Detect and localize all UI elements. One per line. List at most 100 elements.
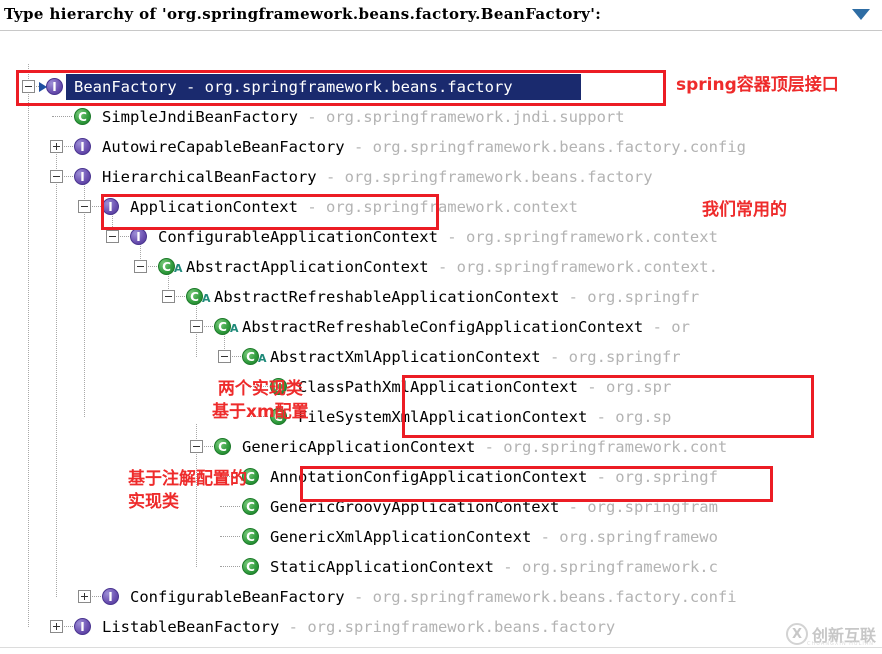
package-name: org.springframework.context [465,228,718,246]
interface-icon: I [102,198,119,215]
tree-connector-line [92,206,101,207]
collapse-toggle-icon[interactable] [218,350,231,363]
package-name: or [671,318,690,336]
tree-connector-line [64,176,73,177]
tree-connector-line [232,356,241,357]
tree-row[interactable]: I ConfigurableApplicationContext - org.sp… [0,222,882,252]
tree-row[interactable]: C A AbstractXmlApplicationContext - org.sp… [0,342,882,372]
interface-icon: I [102,588,119,605]
expand-toggle-icon[interactable] [78,590,91,603]
name-package-separator: - [176,78,205,96]
tree-connector-line [220,536,240,537]
name-package-separator: - [316,168,345,186]
tree-row[interactable]: C GenericApplicationContext - org.springf… [0,432,882,462]
tree-row[interactable]: I HierarchicalBeanFactory - org.springfra… [0,162,882,192]
collapse-toggle-icon[interactable] [106,230,119,243]
name-package-separator: - [587,408,616,426]
tree-connector-line [52,116,72,117]
package-name: org.springframework.beans.factory.config [372,138,746,156]
tree-row-label: GenericGroovyApplicationContext - org.sp… [270,492,718,522]
expand-toggle-icon[interactable] [50,140,63,153]
package-name: org.sp [615,408,672,426]
abstract-marker-icon: A [202,292,211,305]
class-icon: C [242,528,259,545]
tree-row-label: AbstractRefreshableApplicationContext - … [214,282,699,312]
collapse-toggle-icon[interactable] [190,320,203,333]
tree-row-label: ListableBeanFactory - org.springframewor… [102,612,615,642]
annotation-two-impl-xml: 两个实现类 基于xm配置 [212,379,309,422]
tree-row[interactable]: C ClassPathXmlApplicationContext - org.sp… [0,372,882,402]
type-name: AnnotationConfigApplicationContext [270,468,588,486]
collapse-toggle-icon[interactable] [134,260,147,273]
tree-row-label: AbstractXmlApplicationContext - org.spri… [270,342,681,372]
class-icon: C [214,318,231,335]
tree-connector-line [204,446,213,447]
tree-row-label: HierarchicalBeanFactory - org.springfram… [102,162,653,192]
name-package-separator: - [428,258,457,276]
watermark-logo-icon: X [785,623,808,645]
collapse-toggle-icon[interactable] [50,170,63,183]
tree-row[interactable]: I ConfigurableBeanFactory - org.springfra… [0,582,882,612]
name-package-separator: - [559,498,588,516]
class-icon: C [242,348,259,365]
tree-row[interactable]: C A AbstractRefreshableConfigApplicationCo… [0,312,882,342]
tree-connector-line [148,266,157,267]
type-name: BeanFactory [74,78,177,96]
type-name: FileSystemXmlApplicationContext [298,408,588,426]
name-package-separator: - [344,588,373,606]
tree-row[interactable]: C FileSystemXmlApplicationContext - org.s… [0,402,882,432]
name-package-separator: - [493,558,522,576]
type-name: GenericGroovyApplicationContext [270,498,560,516]
package-name: org.springframework.c [521,558,718,576]
collapse-toggle-icon[interactable] [162,290,175,303]
collapse-toggle-icon[interactable] [22,80,35,93]
type-name: ClassPathXmlApplicationContext [298,378,578,396]
collapse-toggle-icon[interactable] [78,200,91,213]
annotation-annotation-based: 基于注解配置的 实现类 [128,469,247,512]
class-icon: C [214,438,231,455]
chevron-down-icon[interactable] [852,9,870,20]
tree-row[interactable]: I AutowireCapableBeanFactory - org.spring… [0,132,882,162]
tree-connector-line [64,626,73,627]
name-package-separator: - [531,528,560,546]
name-package-separator: - [344,138,373,156]
tree-row-label: AutowireCapableBeanFactory - org.springf… [102,132,746,162]
type-hierarchy-tree[interactable]: I BeanFactory - org.springframework.beans… [0,31,882,648]
type-name: AbstractXmlApplicationContext [270,348,541,366]
focus-arrow-icon [39,82,47,92]
tree-connector-line [176,296,185,297]
package-name: org.springfram [587,498,718,516]
tree-connector-line [220,566,240,567]
package-name: org.springframework.beans.factory.confi [372,588,737,606]
tree-row[interactable]: I ListableBeanFactory - org.springframewo… [0,612,882,642]
package-name: org.springframework.beans.factory [307,618,616,636]
tree-connector-line [92,596,101,597]
abstract-marker-icon: A [174,262,183,275]
tree-row[interactable]: C A AbstractRefreshableApplicationContext … [0,282,882,312]
package-name: org.springframework.context [325,198,578,216]
tree-row[interactable]: C SimpleJndiBeanFactory - org.springframe… [0,102,882,132]
interface-icon: I [130,228,147,245]
annotation-commonly-used: 我们常用的 [702,200,787,220]
tree-connector-line [120,236,129,237]
name-package-separator: - [540,348,569,366]
tree-row-label: GenericXmlApplicationContext - org.sprin… [270,522,718,552]
type-name: AbstractApplicationContext [186,258,429,276]
tree-row[interactable]: C A AbstractApplicationContext - org.sprin… [0,252,882,282]
expand-toggle-icon[interactable] [50,620,63,633]
type-name: GenericXmlApplicationContext [270,528,532,546]
type-name: ListableBeanFactory [102,618,280,636]
collapse-toggle-icon[interactable] [190,440,203,453]
tree-row-label: AnnotationConfigApplicationContext - org… [270,462,718,492]
type-name: ApplicationContext [130,198,298,216]
package-name: org.springframework.cont [503,438,728,456]
class-icon: C [186,288,203,305]
type-name: SimpleJndiBeanFactory [102,108,298,126]
tree-row-label: BeanFactory - org.springframework.beans.… [74,72,513,102]
tree-row-label: SimpleJndiBeanFactory - org.springframew… [102,102,625,132]
tree-row[interactable]: C StaticApplicationContext - org.springfr… [0,552,882,582]
name-package-separator: - [297,108,326,126]
package-name: org.springfr [587,288,700,306]
tree-row[interactable]: C GenericXmlApplicationContext - org.spri… [0,522,882,552]
name-package-separator: - [475,438,504,456]
